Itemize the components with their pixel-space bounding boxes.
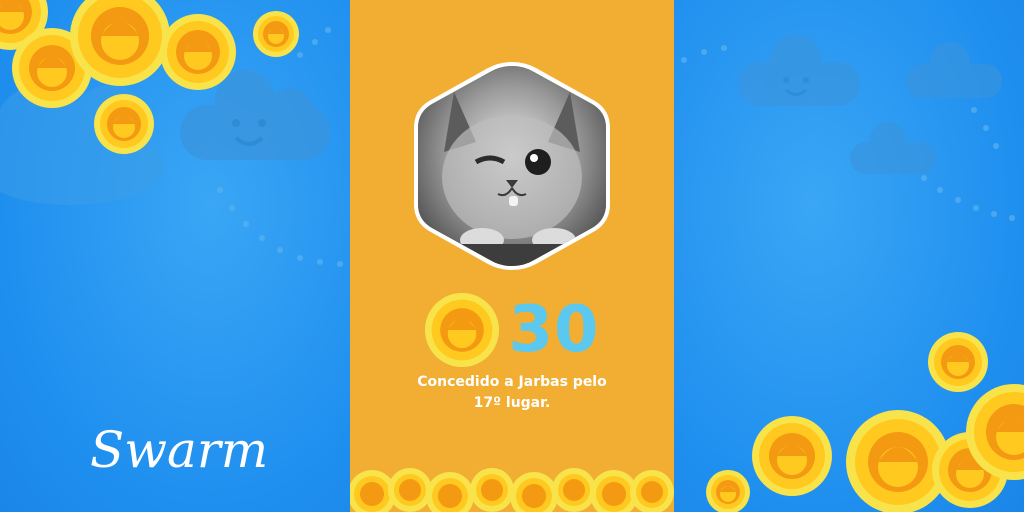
coin-icon <box>706 470 750 512</box>
coin-icon <box>552 468 596 512</box>
coin-icon <box>510 472 558 512</box>
coin-pile <box>350 468 674 512</box>
logo-text: Swarm <box>90 421 266 479</box>
coin-cluster <box>706 332 1024 512</box>
coin-icon <box>253 11 299 57</box>
coin-icon <box>928 332 988 392</box>
caption-line-1: Concedido a Jarbas pelo <box>417 374 607 390</box>
coin-icon <box>426 472 474 512</box>
swarm-coin-icon <box>425 292 500 368</box>
kitten-photo-frame <box>414 62 610 270</box>
right-decor-panel <box>674 0 1024 512</box>
coin-icon <box>160 14 236 90</box>
swarm-logo: Swarm <box>90 421 266 479</box>
left-decor-panel: Swarm <box>0 0 350 512</box>
kitten-photo <box>414 62 610 270</box>
coin-icon <box>752 416 832 496</box>
coin-icon <box>630 470 674 512</box>
coin-icon <box>470 468 514 512</box>
coin-amount: 30 <box>508 293 600 367</box>
award-caption: Concedido a Jarbas pelo 17º lugar. <box>370 372 654 414</box>
reward-score: 30 <box>350 290 674 370</box>
reward-card: 30 Concedido a Jarbas pelo 17º lugar. <box>350 0 674 512</box>
coin-icon <box>94 94 154 154</box>
caption-line-2: 17º lugar. <box>473 395 551 411</box>
coin-icon <box>388 468 432 512</box>
